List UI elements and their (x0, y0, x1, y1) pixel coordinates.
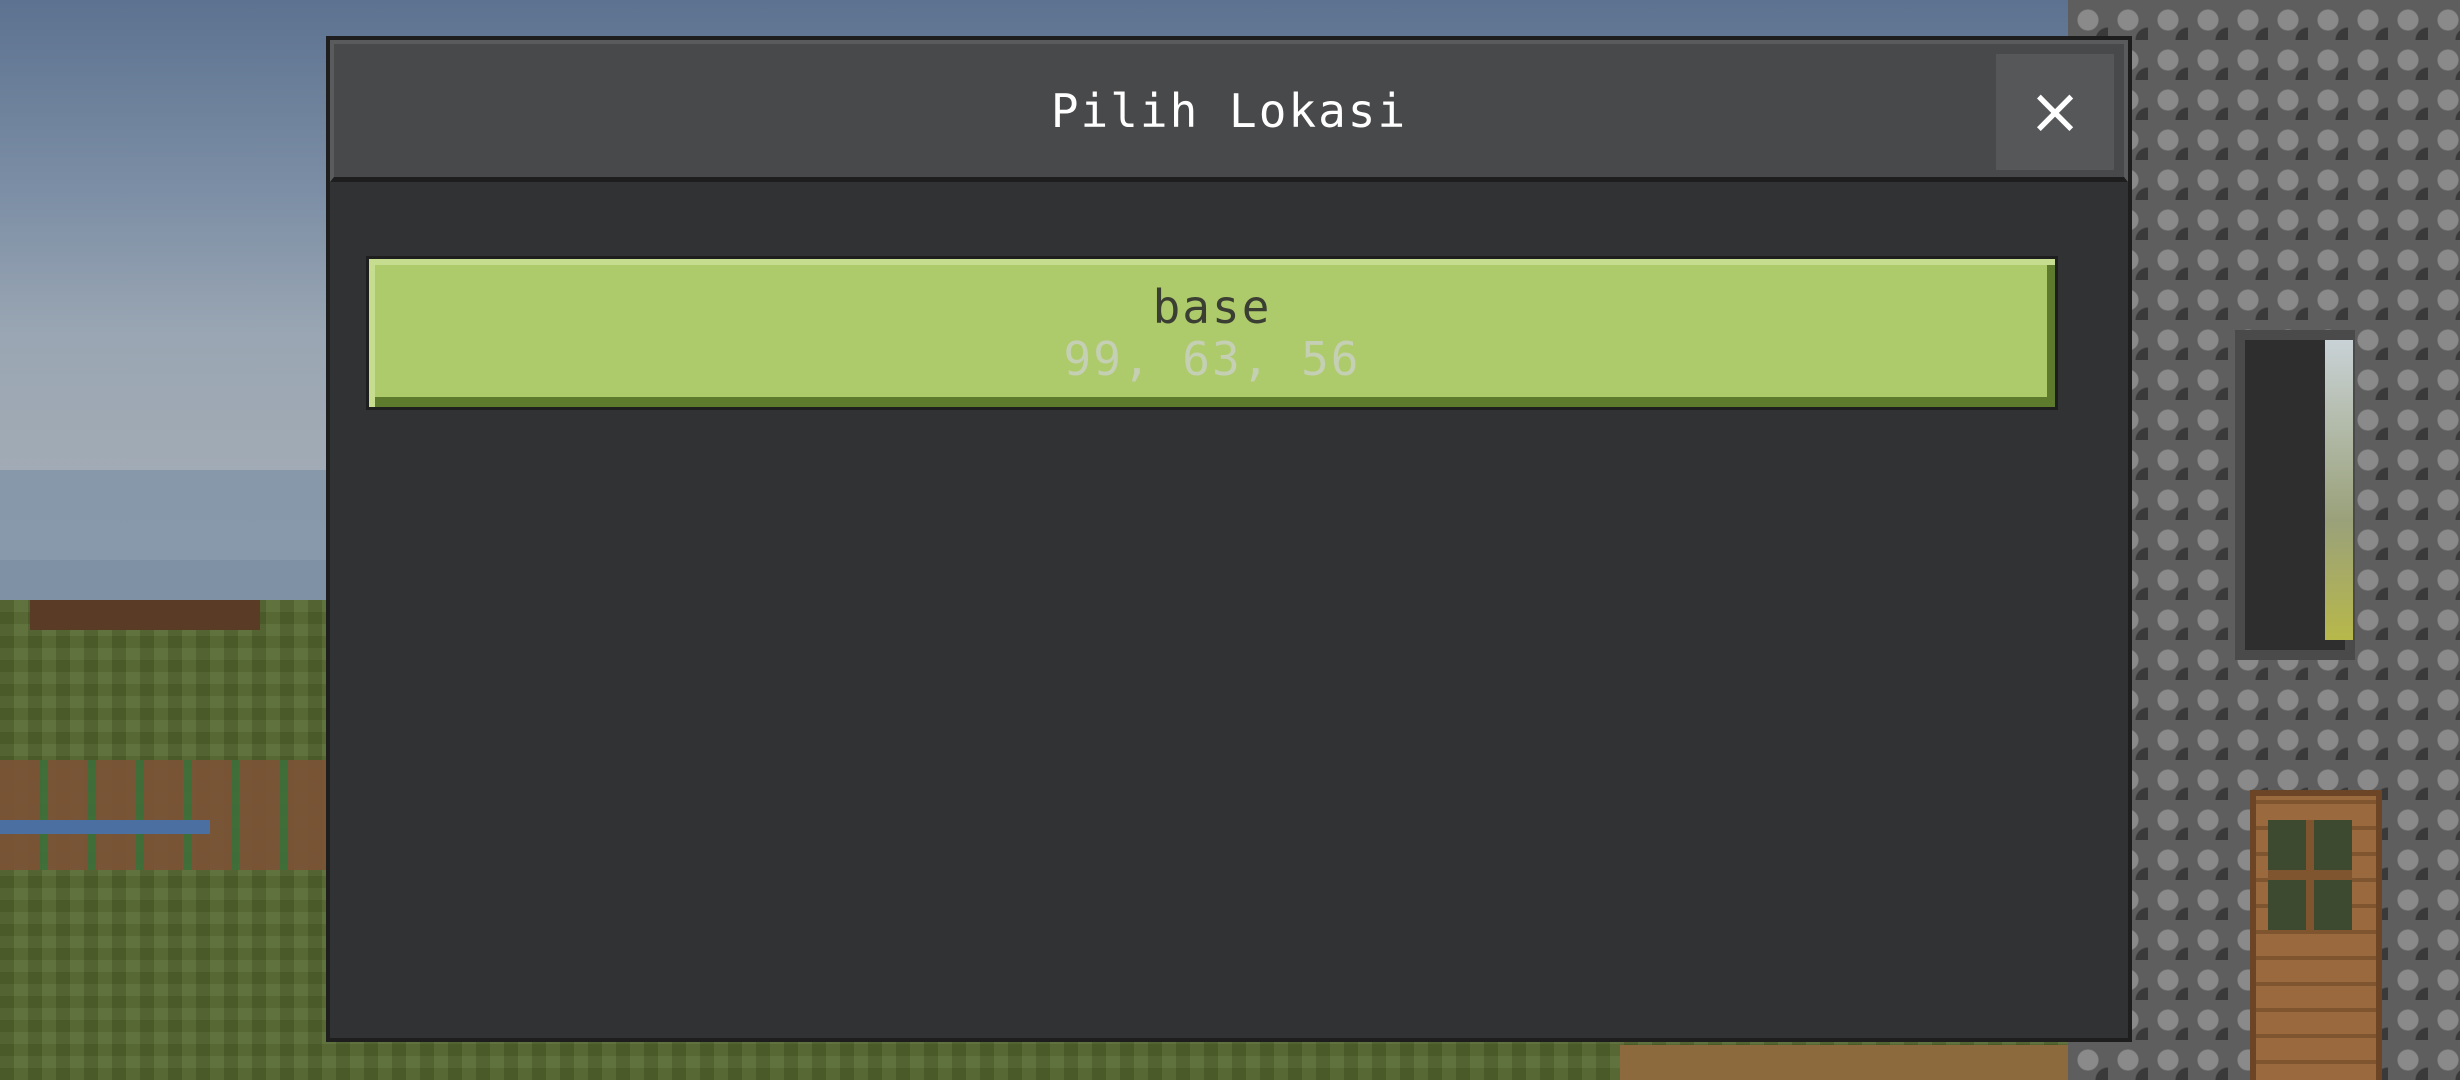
farmland (0, 760, 330, 870)
close-icon: × (2028, 75, 2082, 149)
distant-mountain (0, 470, 340, 600)
location-item-base[interactable]: base 99, 63, 56 (366, 256, 2058, 410)
location-list: base 99, 63, 56 (366, 256, 2058, 410)
location-coordinates: 99, 63, 56 (1063, 332, 1361, 386)
dialog-title: Pilih Lokasi (1050, 83, 1408, 138)
door-window (2268, 820, 2352, 930)
window-glass-pane (2325, 340, 2353, 640)
dirt-ledge (30, 600, 260, 630)
close-button[interactable]: × (1996, 54, 2114, 170)
water-channel (0, 820, 210, 834)
choose-location-dialog: Pilih Lokasi × base 99, 63, 56 (326, 36, 2132, 1042)
dialog-header: Pilih Lokasi × (330, 40, 2128, 182)
location-name: base (1152, 280, 1272, 334)
